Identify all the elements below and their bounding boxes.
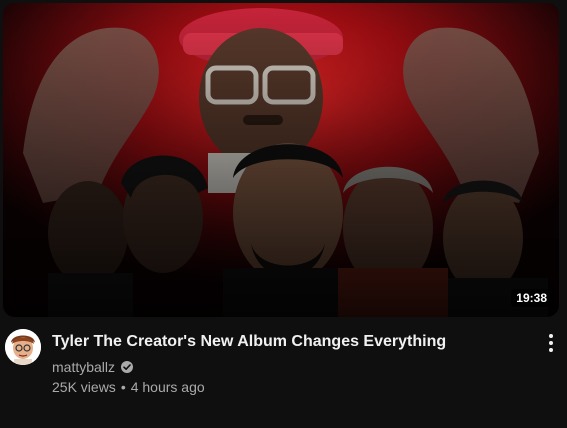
- video-stats: 25K views • 4 hours ago: [52, 377, 205, 397]
- verified-check-icon: [121, 361, 134, 373]
- video-title[interactable]: Tyler The Creator's New Album Changes Ev…: [52, 331, 492, 353]
- more-vert-icon-dot: [549, 341, 553, 345]
- channel-avatar[interactable]: [5, 329, 41, 365]
- view-count: 25K views: [52, 379, 116, 395]
- avatar-cartoon-icon: [5, 329, 41, 365]
- more-actions-button[interactable]: [541, 329, 561, 357]
- channel-name[interactable]: mattyballz: [52, 357, 115, 377]
- video-metadata: Tyler The Creator's New Album Changes Ev…: [3, 327, 563, 407]
- duration-badge: 19:38: [511, 289, 552, 307]
- upload-age: 4 hours ago: [130, 379, 205, 395]
- thumbnail-artwork: [3, 3, 559, 317]
- more-vert-icon: [549, 334, 553, 338]
- more-vert-icon-dot: [549, 348, 553, 352]
- video-thumbnail[interactable]: 19:38: [3, 3, 559, 317]
- stats-separator: •: [120, 379, 126, 395]
- channel-row: mattyballz: [52, 357, 134, 377]
